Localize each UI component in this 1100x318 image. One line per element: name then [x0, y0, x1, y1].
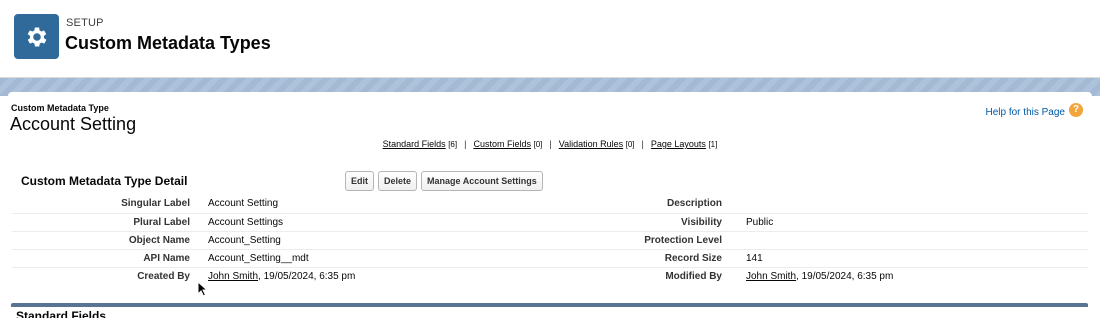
detail-row: Object Name Account_Setting Protection L…: [12, 231, 1088, 250]
detail-section-title: Custom Metadata Type Detail: [21, 174, 188, 188]
detail-row: API Name Account_Setting__mdt Record Siz…: [12, 249, 1088, 268]
field-value: 141: [740, 249, 1088, 268]
field-value: Public: [740, 213, 1088, 232]
section-divider: [11, 303, 1088, 307]
detail-button-bar: Edit Delete Manage Account Settings: [345, 171, 543, 191]
help-icon[interactable]: ?: [1069, 103, 1083, 117]
separator: |: [549, 139, 552, 149]
field-label: Singular Label: [12, 195, 208, 214]
manage-records-button[interactable]: Manage Account Settings: [421, 171, 543, 191]
field-value: Account_Setting: [208, 231, 478, 250]
field-label: Protection Level: [478, 231, 740, 250]
field-value: Account Settings: [208, 213, 478, 232]
field-label: Description: [478, 195, 740, 214]
setup-tile: [14, 14, 59, 59]
modified-by-value: John Smith, 19/05/2024, 6:35 pm: [740, 267, 1088, 285]
page-title: Custom Metadata Types: [65, 33, 271, 53]
related-list-links: Standard Fields [6] | Custom Fields [0] | Va…: [0, 139, 1100, 149]
field-label: API Name: [12, 249, 208, 268]
related-link-validation-rules[interactable]: Validation Rules [0]: [559, 139, 635, 149]
detail-row: Plural Label Account Settings Visibility…: [12, 213, 1088, 232]
created-by-value: John Smith, 19/05/2024, 6:35 pm: [208, 267, 478, 285]
object-type-label: Custom Metadata Type: [11, 103, 109, 113]
field-label: Plural Label: [12, 213, 208, 232]
field-value: [740, 195, 1088, 214]
related-link-standard-fields[interactable]: Standard Fields [6]: [383, 139, 457, 149]
help-link[interactable]: Help for this Page: [986, 107, 1066, 118]
mouse-cursor-icon: [197, 281, 209, 297]
modified-by-user-link[interactable]: John Smith: [746, 271, 796, 282]
field-label: Visibility: [478, 213, 740, 232]
edit-button[interactable]: Edit: [345, 171, 374, 191]
separator: |: [464, 139, 467, 149]
related-link-page-layouts[interactable]: Page Layouts [1]: [651, 139, 717, 149]
field-label: Object Name: [12, 231, 208, 250]
setup-header: SETUP Custom Metadata Types: [0, 0, 1100, 78]
field-value: Account Setting: [208, 195, 478, 214]
record-title: Account Setting: [10, 114, 137, 134]
related-link-custom-fields[interactable]: Custom Fields [0]: [473, 139, 542, 149]
field-label: Modified By: [665, 270, 722, 282]
field-label: Record Size: [478, 249, 740, 268]
modified-date: , 19/05/2024, 6:35 pm: [796, 270, 894, 282]
field-label: Created By: [137, 270, 190, 282]
created-date: , 19/05/2024, 6:35 pm: [258, 270, 356, 282]
detail-row: Created By John Smith, 19/05/2024, 6:35 …: [12, 267, 1088, 285]
gear-icon: [27, 26, 46, 47]
detail-table: Singular Label Account Setting Descripti…: [12, 195, 1088, 285]
delete-button[interactable]: Delete: [378, 171, 418, 191]
field-value: Account_Setting__mdt: [208, 249, 478, 268]
setup-eyebrow: SETUP: [66, 17, 104, 29]
created-by-user-link[interactable]: John Smith: [208, 271, 258, 282]
detail-row: Singular Label Account Setting Descripti…: [12, 195, 1088, 214]
separator: |: [641, 139, 644, 149]
field-value: [740, 231, 1088, 250]
standard-fields-section-title: Standard Fields: [16, 309, 107, 318]
